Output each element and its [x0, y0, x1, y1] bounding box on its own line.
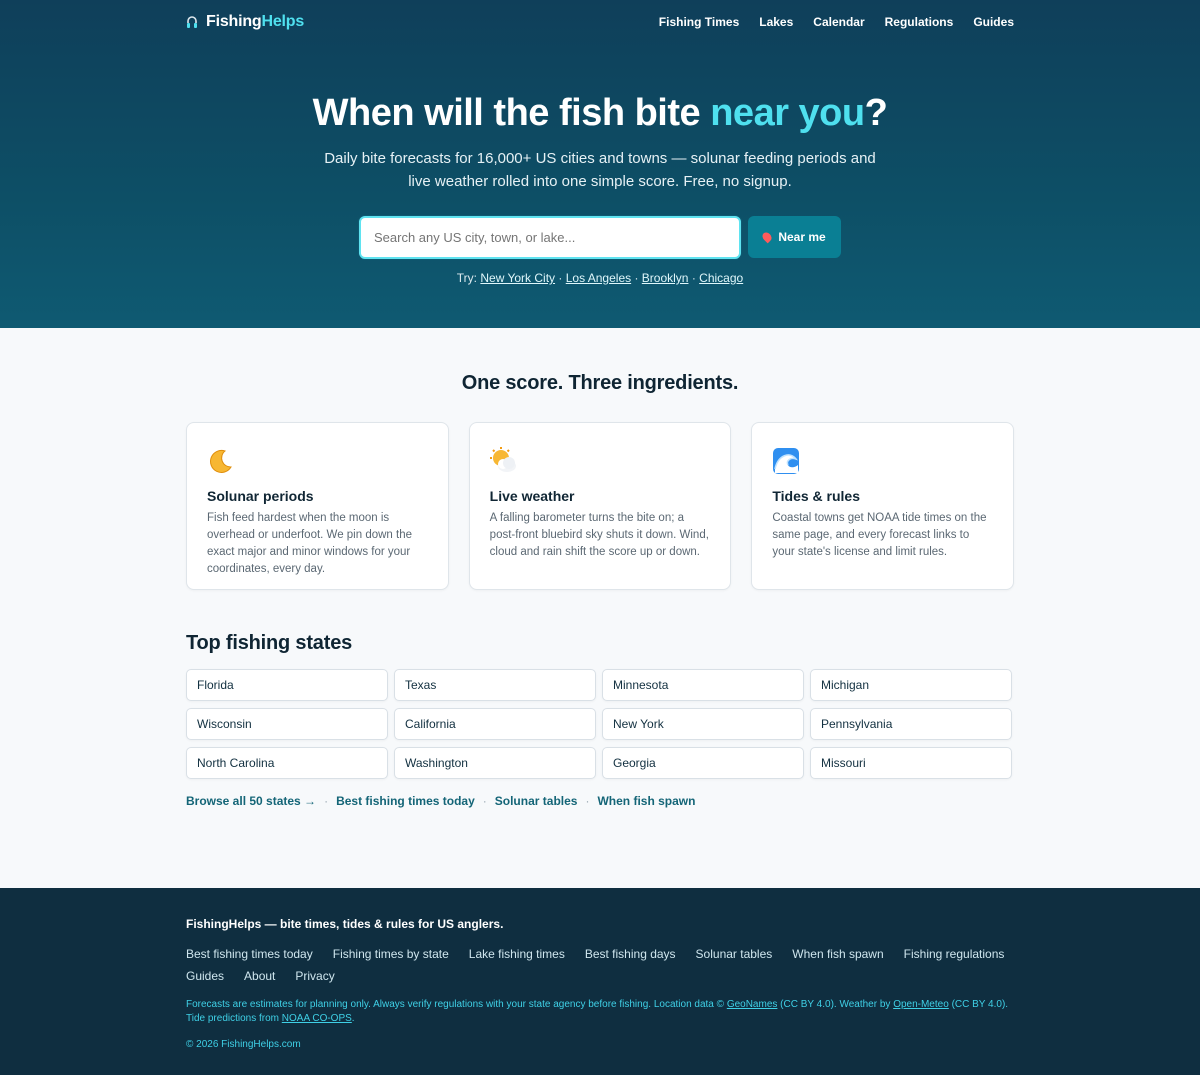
state-georgia[interactable]: Georgia: [602, 747, 804, 779]
near-me-button[interactable]: Near me: [748, 216, 841, 258]
states-title: Top fishing states: [186, 632, 353, 654]
state-minnesota[interactable]: Minnesota: [602, 669, 804, 701]
hero-title-main: When will the fish bite: [312, 92, 711, 134]
separator: ·: [324, 794, 329, 808]
near-me-label: Near me: [778, 230, 826, 244]
browse-links: Browse all 50 states → · Best fishing ti…: [186, 794, 1014, 808]
headphones-icon: [187, 16, 197, 28]
main-content: One score. Three ingredients. Solunar pe…: [186, 372, 1015, 808]
pin-icon: [760, 230, 774, 244]
nav-lakes[interactable]: Lakes: [759, 15, 793, 29]
card-weather: Live weather A falling barometer turns t…: [468, 422, 732, 590]
try-link-brooklyn[interactable]: Brooklyn: [642, 271, 689, 285]
sun-cloud-icon: [489, 447, 516, 472]
footer-link-about[interactable]: About: [244, 969, 275, 983]
nav-calendar[interactable]: Calendar: [813, 15, 864, 29]
hero-title-end: ?: [864, 92, 888, 134]
state-new-york[interactable]: New York: [602, 708, 804, 740]
state-missouri[interactable]: Missouri: [810, 747, 1012, 779]
state-michigan[interactable]: Michigan: [810, 669, 1012, 701]
footer-link-fishing-regulations[interactable]: Fishing regulations: [904, 947, 1005, 961]
hero-title-highlight: near you: [710, 92, 865, 134]
card-tides: Tides & rules Coastal towns get NOAA tid…: [751, 422, 1015, 590]
when-fish-spawn-link[interactable]: When fish spawn: [597, 794, 695, 808]
hero-subtitle: Daily bite forecasts for 16,000+ US citi…: [324, 150, 876, 190]
try-link-chicago[interactable]: Chicago: [699, 271, 743, 285]
footer-link-best-fishing-days[interactable]: Best fishing days: [585, 947, 676, 961]
footer-disclaimer: Forecasts are estimates for planning onl…: [186, 998, 1014, 1026]
state-california[interactable]: California: [394, 708, 596, 740]
brand-part-2: Helps: [261, 13, 305, 30]
footer-link-solunar-tables[interactable]: Solunar tables: [696, 947, 773, 961]
try-link-new-york-city[interactable]: New York City: [480, 271, 555, 285]
card-tides-text: Coastal towns get NOAA tide times on the…: [772, 512, 987, 558]
open-meteo-link[interactable]: Open-Meteo: [893, 999, 949, 1010]
state-washington[interactable]: Washington: [394, 747, 596, 779]
site-footer: FishingHelps — bite times, tides & rules…: [0, 888, 1200, 1075]
copyright: © 2026 FishingHelps.com: [186, 1039, 301, 1050]
top-nav: FishingHelps Fishing Times Lakes Calenda…: [186, 0, 1014, 44]
search-row: Near me: [0, 216, 1200, 259]
separator: ·: [585, 794, 590, 808]
geonames-link[interactable]: GeoNames: [727, 999, 778, 1010]
footer-title: FishingHelps — bite times, tides & rules…: [186, 917, 504, 931]
wave-icon: [773, 448, 800, 474]
card-weather-text: A falling barometer turns the bite on; a…: [489, 512, 709, 558]
nav-fishing-times[interactable]: Fishing Times: [659, 15, 739, 29]
footer-link-when-fish-spawn[interactable]: When fish spawn: [792, 947, 883, 961]
state-wisconsin[interactable]: Wisconsin: [186, 708, 388, 740]
card-tides-title: Tides & rules: [772, 488, 861, 504]
nav-links: Fishing Times Lakes Calendar Regulations…: [659, 15, 1014, 29]
footer-link-lake-fishing-times[interactable]: Lake fishing times: [469, 947, 565, 961]
search-input[interactable]: [359, 216, 741, 259]
nav-regulations[interactable]: Regulations: [885, 15, 954, 29]
hero-title: When will the fish bite near you?: [0, 92, 1200, 135]
try-link-los-angeles[interactable]: Los Angeles: [566, 271, 631, 285]
disclaimer-part-4: .: [351, 1013, 355, 1024]
card-solunar-title: Solunar periods: [207, 488, 314, 504]
solunar-tables-link[interactable]: Solunar tables: [495, 794, 578, 808]
best-fishing-times-today-link[interactable]: Best fishing times today: [336, 794, 475, 808]
state-pennsylvania[interactable]: Pennsylvania: [810, 708, 1012, 740]
card-weather-title: Live weather: [489, 488, 575, 504]
footer-link-privacy[interactable]: Privacy: [295, 969, 334, 983]
try-label: Try:: [456, 271, 478, 285]
footer-links: Best fishing times today Fishing times b…: [186, 947, 1006, 983]
crescent-moon-icon: [210, 449, 232, 473]
browse-all-states-link[interactable]: Browse all 50 states →: [186, 794, 316, 808]
noaa-link[interactable]: NOAA CO-OPS: [282, 1013, 352, 1024]
footer-link-fishing-times-by-state[interactable]: Fishing times by state: [333, 947, 449, 961]
state-north-carolina[interactable]: North Carolina: [186, 747, 388, 779]
footer-link-guides[interactable]: Guides: [186, 969, 224, 983]
state-florida[interactable]: Florida: [186, 669, 388, 701]
separator: ·: [482, 794, 487, 808]
disclaimer-part-2: (CC BY 4.0). Weather by: [780, 999, 891, 1010]
state-texas[interactable]: Texas: [394, 669, 596, 701]
hero-section: FishingHelps Fishing Times Lakes Calenda…: [0, 0, 1200, 328]
footer-link-best-fishing-times-today[interactable]: Best fishing times today: [186, 947, 313, 961]
brand-logo[interactable]: FishingHelps: [186, 13, 304, 31]
ingredients-title: One score. Three ingredients.: [461, 372, 739, 394]
nav-guides[interactable]: Guides: [973, 15, 1014, 29]
brand-part-1: Fishing: [206, 13, 262, 30]
states-grid: Florida Texas Minnesota Michigan Wiscons…: [186, 669, 1014, 779]
ingredient-cards: Solunar periods Fish feed hardest when t…: [186, 422, 1015, 590]
try-suggestions: Try: New York City · Los Angeles · Brook…: [456, 271, 744, 285]
card-solunar-text: Fish feed hardest when the moon is overh…: [207, 512, 413, 575]
disclaimer-part-1: Forecasts are estimates for planning onl…: [186, 999, 725, 1010]
card-solunar: Solunar periods Fish feed hardest when t…: [186, 422, 449, 590]
